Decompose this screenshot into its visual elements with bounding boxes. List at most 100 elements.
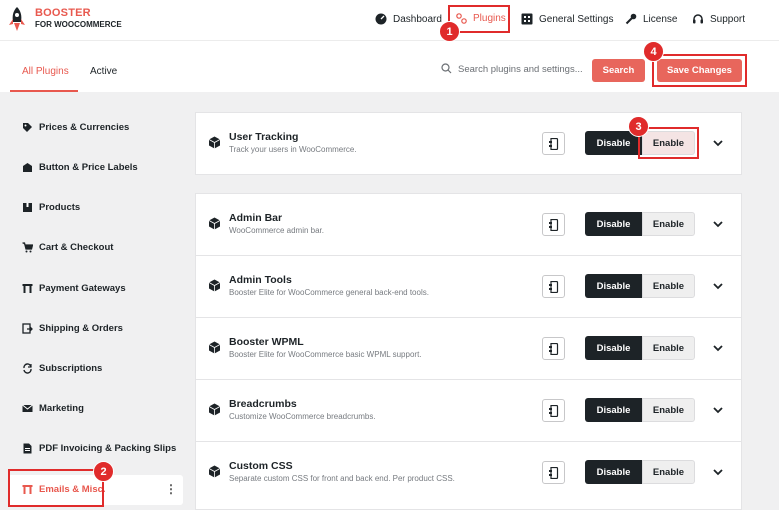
sidebar-item-label: PDF Invoicing & Packing Slips xyxy=(39,443,177,454)
disable-button[interactable]: Disable xyxy=(585,398,642,422)
nav-support[interactable]: Support xyxy=(692,13,745,25)
nav-general-settings-label: General Settings xyxy=(539,13,614,25)
plugin-title: Custom CSS xyxy=(229,460,293,472)
cart-icon xyxy=(22,242,33,253)
cube-icon xyxy=(208,465,221,478)
disable-button[interactable]: Disable xyxy=(585,274,642,298)
brand-logo[interactable]: BOOSTER FOR WOOCOMMERCE xyxy=(8,6,122,32)
search-button[interactable]: Search xyxy=(592,59,645,82)
more-options-icon[interactable]: ⋮ xyxy=(165,482,177,496)
nav-dashboard-label: Dashboard xyxy=(393,13,442,25)
sidebar-item-label: Payment Gateways xyxy=(39,283,126,294)
document-icon xyxy=(549,466,559,479)
cube-icon xyxy=(208,279,221,292)
sidebar-item-subscriptions[interactable]: Subscriptions xyxy=(22,363,102,374)
enable-button[interactable]: Enable xyxy=(642,274,695,298)
refresh-icon xyxy=(23,363,32,374)
brand-name: BOOSTER xyxy=(35,7,91,19)
sidebar-item-cart-checkout[interactable]: Cart & Checkout xyxy=(22,242,113,253)
enable-button[interactable]: Enable xyxy=(642,212,695,236)
chevron-down-icon[interactable] xyxy=(713,221,723,228)
key-icon xyxy=(625,13,637,25)
documentation-button[interactable] xyxy=(542,132,565,155)
step-marker-1: 1 xyxy=(439,21,460,42)
documentation-button[interactable] xyxy=(542,399,565,422)
cube-icon xyxy=(208,341,221,354)
sidebar-item-shipping-orders[interactable]: Shipping & Orders xyxy=(22,323,123,334)
label-icon xyxy=(23,163,32,172)
documentation-button[interactable] xyxy=(542,275,565,298)
chevron-down-icon[interactable] xyxy=(713,140,723,147)
plugin-title: Breadcrumbs xyxy=(229,398,297,410)
document-icon xyxy=(549,404,559,417)
settings-grid-icon xyxy=(521,13,533,25)
sidebar-item-marketing[interactable]: Marketing xyxy=(22,403,84,414)
cube-icon xyxy=(208,403,221,416)
plugin-card-admin-tools: Admin Tools Booster Elite for WooCommerc… xyxy=(195,255,742,318)
rocket-icon xyxy=(9,7,25,31)
plugin-card-admin-bar: Admin Bar WooCommerce admin bar. Disable… xyxy=(195,193,742,256)
tab-all-plugins[interactable]: All Plugins xyxy=(22,66,69,77)
plugin-card-breadcrumbs: Breadcrumbs Customize WooCommerce breadc… xyxy=(195,379,742,442)
nav-license-label: License xyxy=(643,13,678,25)
nav-license[interactable]: License xyxy=(625,13,677,25)
document-icon xyxy=(549,342,559,355)
shipping-icon xyxy=(22,323,33,334)
envelope-icon xyxy=(22,404,33,412)
sidebar-item-pdf-invoicing[interactable]: PDF Invoicing & Packing Slips xyxy=(22,443,176,454)
sidebar-item-prices-currencies[interactable]: Prices & Currencies xyxy=(22,122,129,133)
gateway-icon xyxy=(22,284,33,293)
chevron-down-icon[interactable] xyxy=(713,283,723,290)
sidebar-item-label: Shipping & Orders xyxy=(39,323,123,334)
sidebar-item-label: Marketing xyxy=(39,403,84,414)
sidebar-item-button-price-labels[interactable]: Button & Price Labels xyxy=(22,162,138,173)
chevron-down-icon[interactable] xyxy=(713,407,723,414)
plugin-description: WooCommerce admin bar. xyxy=(229,226,324,235)
chevron-down-icon[interactable] xyxy=(713,345,723,352)
tab-active[interactable]: Active xyxy=(90,66,117,77)
documentation-button[interactable] xyxy=(542,461,565,484)
nav-dashboard[interactable]: Dashboard xyxy=(375,13,442,25)
step-marker-2: 2 xyxy=(93,461,114,482)
sidebar-item-products[interactable]: Products xyxy=(22,202,80,213)
headset-icon xyxy=(693,14,703,24)
documentation-button[interactable] xyxy=(542,213,565,236)
plugin-title: Admin Bar xyxy=(229,212,283,224)
plugin-description: Customize WooCommerce breadcrumbs. xyxy=(229,412,376,421)
sidebar-item-payment-gateways[interactable]: Payment Gateways xyxy=(22,283,126,294)
disable-button[interactable]: Disable xyxy=(585,460,642,484)
step-marker-4: 4 xyxy=(643,41,664,62)
highlight-emails-misc xyxy=(8,469,104,507)
brand-tagline: FOR WOOCOMMERCE xyxy=(35,20,122,29)
sidebar-item-label: Products xyxy=(39,202,81,213)
document-icon xyxy=(549,280,559,293)
disable-button[interactable]: Disable xyxy=(585,212,642,236)
document-icon xyxy=(549,218,559,231)
search-input[interactable] xyxy=(458,64,588,75)
plugin-description: Booster Elite for WooCommerce basic WPML… xyxy=(229,350,422,359)
plugin-description: Separate custom CSS for front and back e… xyxy=(229,474,455,483)
step-marker-3: 3 xyxy=(628,116,649,137)
cube-icon xyxy=(208,217,221,230)
enable-button[interactable]: Enable xyxy=(642,336,695,360)
nav-support-label: Support xyxy=(710,13,746,25)
enable-button[interactable]: Enable xyxy=(642,398,695,422)
plugin-description: Booster Elite for WooCommerce general ba… xyxy=(229,288,429,297)
search-icon xyxy=(441,63,452,74)
sidebar-item-label: Button & Price Labels xyxy=(39,162,138,173)
top-header: BOOSTER FOR WOOCOMMERCE Dashboard Plugin… xyxy=(0,0,779,40)
sidebar-item-label: Subscriptions xyxy=(39,363,103,374)
chevron-down-icon[interactable] xyxy=(713,469,723,476)
plugin-title: Admin Tools xyxy=(229,274,292,286)
disable-button[interactable]: Disable xyxy=(585,336,642,360)
nav-general-settings[interactable]: General Settings xyxy=(521,13,614,25)
highlight-save-changes xyxy=(652,54,747,87)
enable-button[interactable]: Enable xyxy=(642,460,695,484)
documentation-button[interactable] xyxy=(542,337,565,360)
cube-icon xyxy=(208,136,221,149)
price-tag-icon xyxy=(23,123,32,132)
plugin-card-custom-css: Custom CSS Separate custom CSS for front… xyxy=(195,441,742,510)
plugin-card-booster-wpml: Booster WPML Booster Elite for WooCommer… xyxy=(195,317,742,380)
dashboard-icon xyxy=(375,13,387,25)
plugin-title: Booster WPML xyxy=(229,336,304,348)
